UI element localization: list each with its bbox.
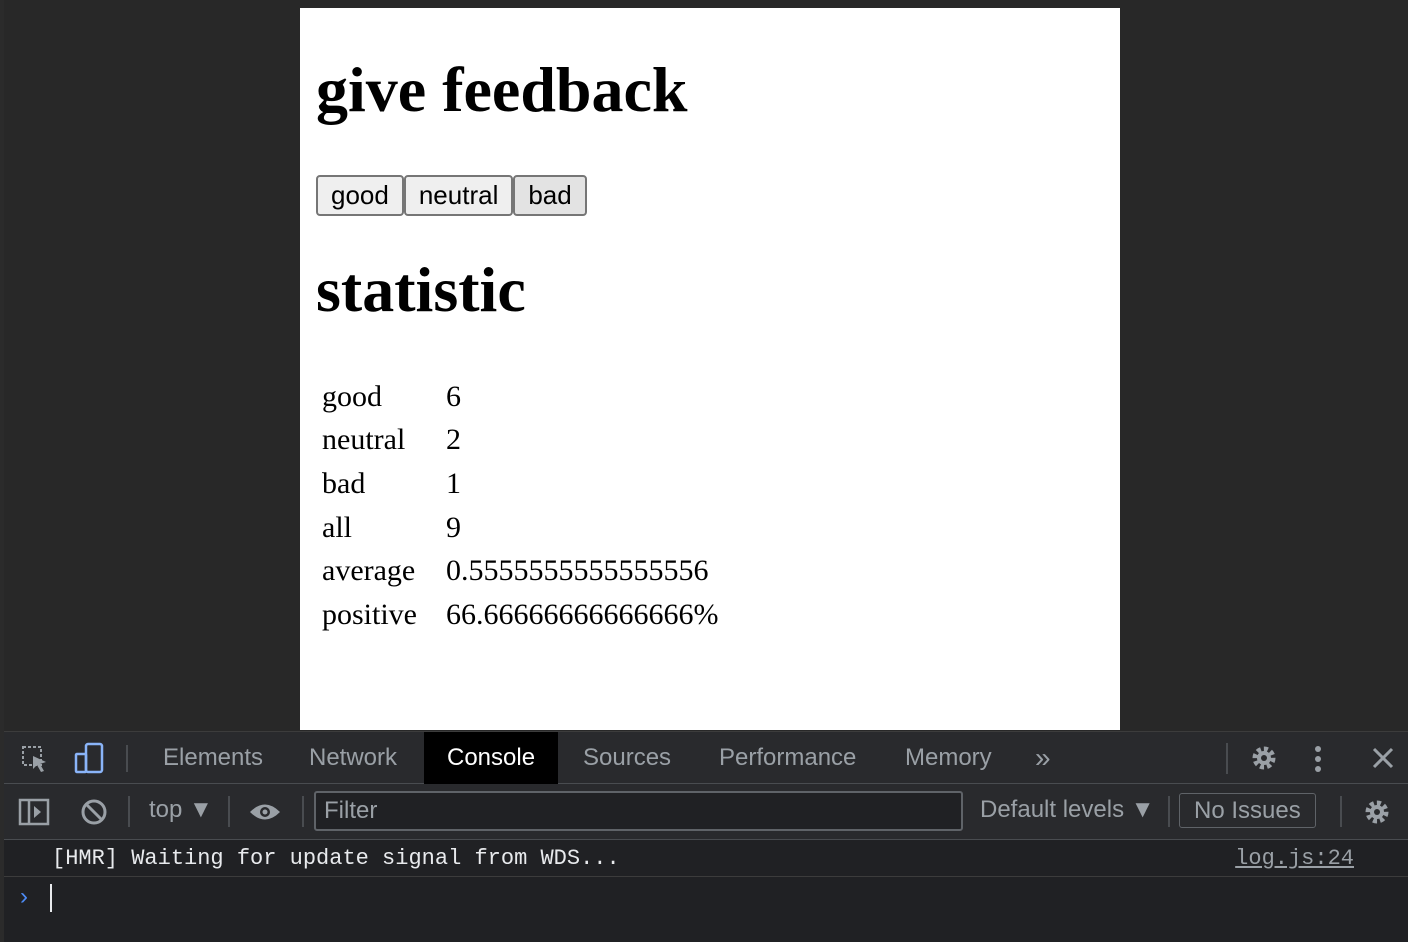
settings-gear-icon[interactable] (1249, 743, 1279, 778)
table-row: average 0.5555555555555556 (320, 549, 719, 593)
tab-memory[interactable]: Memory (882, 732, 1015, 784)
eye-icon[interactable] (248, 800, 282, 828)
table-row: bad 1 (320, 462, 719, 506)
table-row: neutral 2 (320, 419, 719, 463)
toolbar-divider (302, 796, 304, 827)
toolbar-divider (1168, 796, 1170, 827)
tab-sources[interactable]: Sources (560, 732, 694, 784)
bad-button[interactable]: bad (513, 175, 587, 216)
log-levels-dropdown[interactable]: Default levels ▼ (980, 796, 1155, 824)
console-prompt-chevron-icon: › (20, 883, 28, 910)
stat-label-neutral: neutral (322, 423, 406, 457)
statistic-heading: statistic (316, 254, 526, 325)
context-selector[interactable]: top ▼ (149, 796, 213, 824)
stat-value-average: 0.5555555555555556 (446, 554, 709, 588)
inspect-element-icon[interactable] (20, 744, 50, 779)
console-message: [HMR] Waiting for update signal from WDS… (4, 841, 1408, 877)
good-button[interactable]: good (316, 175, 404, 216)
sidebar-toggle-icon[interactable] (18, 798, 50, 831)
stat-label-average: average (322, 554, 416, 588)
feedback-heading: give feedback (316, 54, 688, 125)
clear-console-icon[interactable] (80, 798, 108, 831)
stat-value-bad: 1 (446, 466, 461, 500)
table-row: positive 66.66666666666666% (320, 593, 719, 637)
toolbar-divider (228, 796, 230, 827)
issues-button[interactable]: No Issues (1179, 793, 1316, 828)
tab-network[interactable]: Network (286, 732, 420, 784)
devtools-tab-bar: Elements Network Console Sources Perform… (4, 731, 1408, 784)
table-row: all 9 (320, 506, 719, 550)
table-row: good 6 (320, 375, 719, 419)
devtools-panel: Elements Network Console Sources Perform… (0, 731, 1408, 942)
stat-label-bad: bad (322, 466, 366, 500)
stat-label-good: good (322, 379, 382, 413)
tab-elements[interactable]: Elements (140, 732, 286, 784)
stat-value-all: 9 (446, 510, 461, 544)
more-options-icon[interactable] (1312, 744, 1324, 779)
console-message-text: [HMR] Waiting for update signal from WDS… (52, 846, 620, 871)
toolbar-divider (126, 745, 128, 772)
browser-viewport: give feedback good neutral bad statistic… (0, 0, 1408, 731)
toolbar-divider (1340, 796, 1342, 827)
console-toolbar: top ▼ Default levels ▼ No Issues (4, 784, 1408, 840)
console-input-caret[interactable] (50, 884, 52, 912)
device-toolbar-icon[interactable] (74, 742, 106, 781)
neutral-button[interactable]: neutral (403, 175, 514, 216)
app-page: give feedback good neutral bad statistic… (300, 8, 1120, 730)
filter-input[interactable] (314, 791, 963, 831)
stat-value-positive: 66.66666666666666% (446, 597, 719, 631)
toolbar-divider (1226, 743, 1228, 774)
statistics-table: good 6 neutral 2 bad 1 all 9 average 0.5… (316, 375, 723, 637)
stat-value-good: 6 (446, 379, 461, 413)
more-tabs-icon[interactable]: » (1012, 732, 1074, 784)
feedback-buttons: good neutral bad (316, 175, 587, 216)
console-message-source-link[interactable]: log.js:24 (1235, 846, 1354, 871)
close-icon[interactable] (1370, 745, 1396, 776)
tab-console[interactable]: Console (424, 732, 559, 784)
stat-label-all: all (322, 510, 352, 544)
tab-performance[interactable]: Performance (696, 732, 879, 784)
stat-value-neutral: 2 (446, 423, 461, 457)
toolbar-divider (128, 796, 130, 827)
stat-label-positive: positive (322, 597, 417, 631)
console-settings-gear-icon[interactable] (1362, 797, 1392, 832)
